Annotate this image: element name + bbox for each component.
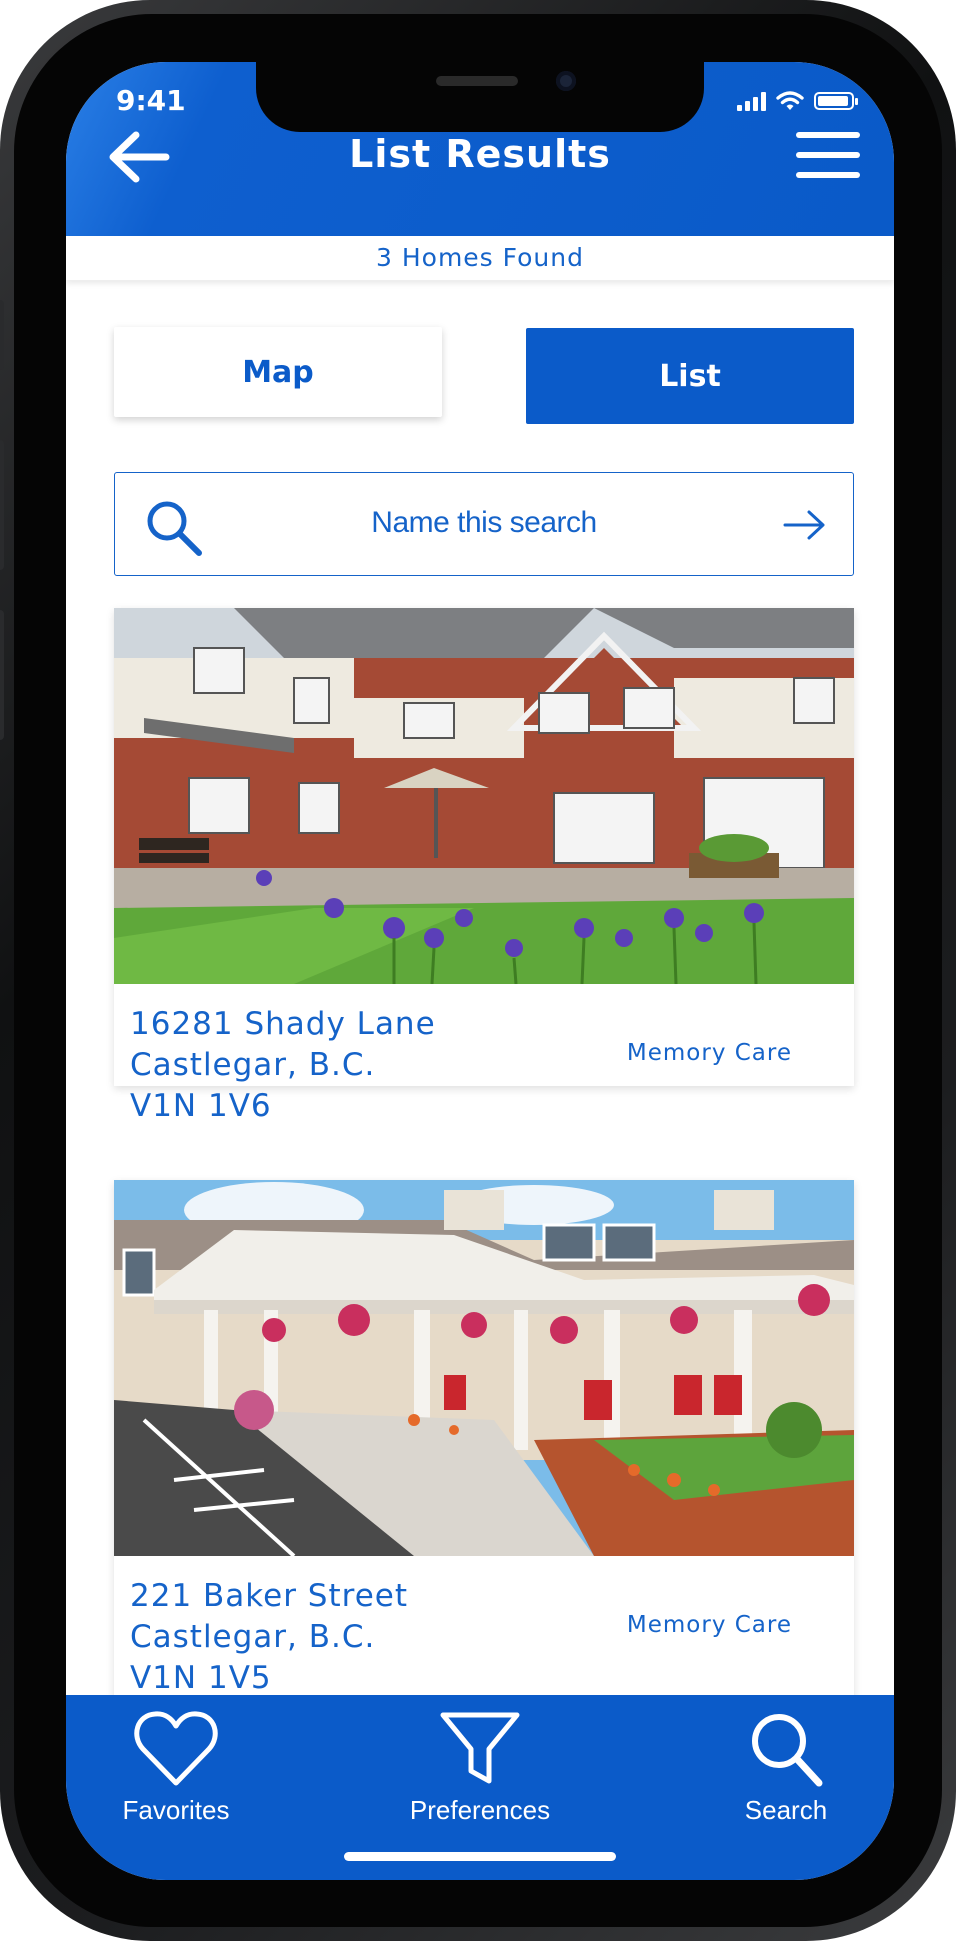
app-screen: 9:41 List Results 3 Homes Found Map List… [66,62,894,1880]
filter-icon [440,1712,520,1784]
phone-frame: 9:41 List Results 3 Homes Found Map List… [0,0,956,1941]
listing-address: 16281 Shady Lane Castlegar, B.C. V1N 1V6 [130,1004,436,1127]
address-line: 221 Baker Street [130,1578,409,1614]
care-type-label: Memory Care [626,1612,792,1638]
page-title: List Results [349,132,611,176]
listing-photo[interactable] [114,1180,854,1556]
nav-label: Favorites [122,1795,230,1825]
listing-card[interactable]: 16281 Shady Lane Castlegar, B.C. V1N 1V6… [114,608,854,1124]
search-icon [752,1714,823,1787]
list-view-button[interactable]: List [526,328,854,424]
menu-button[interactable] [796,130,860,182]
volume-up-button [0,440,4,570]
search-label: Name this search [371,506,597,539]
postal-code: V1N 1V6 [130,1088,272,1124]
heart-icon [134,1711,218,1786]
arrow-right-icon[interactable] [783,509,827,541]
search-icon [147,501,202,556]
address-line: 16281 Shady Lane [130,1006,436,1042]
notch [256,62,704,132]
status-icons [737,86,858,116]
app-header: 9:41 List Results [66,62,894,236]
listing-photo[interactable] [114,608,854,984]
nav-search[interactable]: Search [686,1709,886,1826]
nav-favorites[interactable]: Favorites [76,1709,276,1826]
wifi-icon [776,91,804,110]
speaker [436,76,518,86]
listing-address: 221 Baker Street Castlegar, B.C. V1N 1V5 [130,1576,408,1699]
nav-preferences[interactable]: Preferences [380,1709,580,1826]
status-time: 9:41 [116,84,186,117]
map-view-button[interactable]: Map [114,327,442,417]
nav-label: Preferences [409,1795,551,1825]
menu-icon-bar [796,172,860,178]
results-count: 3 Homes Found [66,236,894,280]
menu-icon-bar [796,132,860,138]
home-indicator[interactable] [344,1852,616,1861]
mute-switch [0,300,4,370]
nav-label: Search [744,1795,828,1825]
battery-icon [814,92,858,110]
front-camera [556,71,576,91]
name-search-field[interactable]: Name this search [114,472,854,576]
volume-down-button [0,610,4,740]
city-line: Castlegar, B.C. [130,1619,376,1655]
listing-card[interactable]: 221 Baker Street Castlegar, B.C. V1N 1V5… [114,1180,854,1740]
postal-code: V1N 1V5 [130,1660,272,1696]
care-type-label: Memory Care [626,1040,792,1066]
cellular-signal-icon [737,91,766,111]
city-line: Castlegar, B.C. [130,1047,376,1083]
menu-icon-bar [796,152,860,158]
